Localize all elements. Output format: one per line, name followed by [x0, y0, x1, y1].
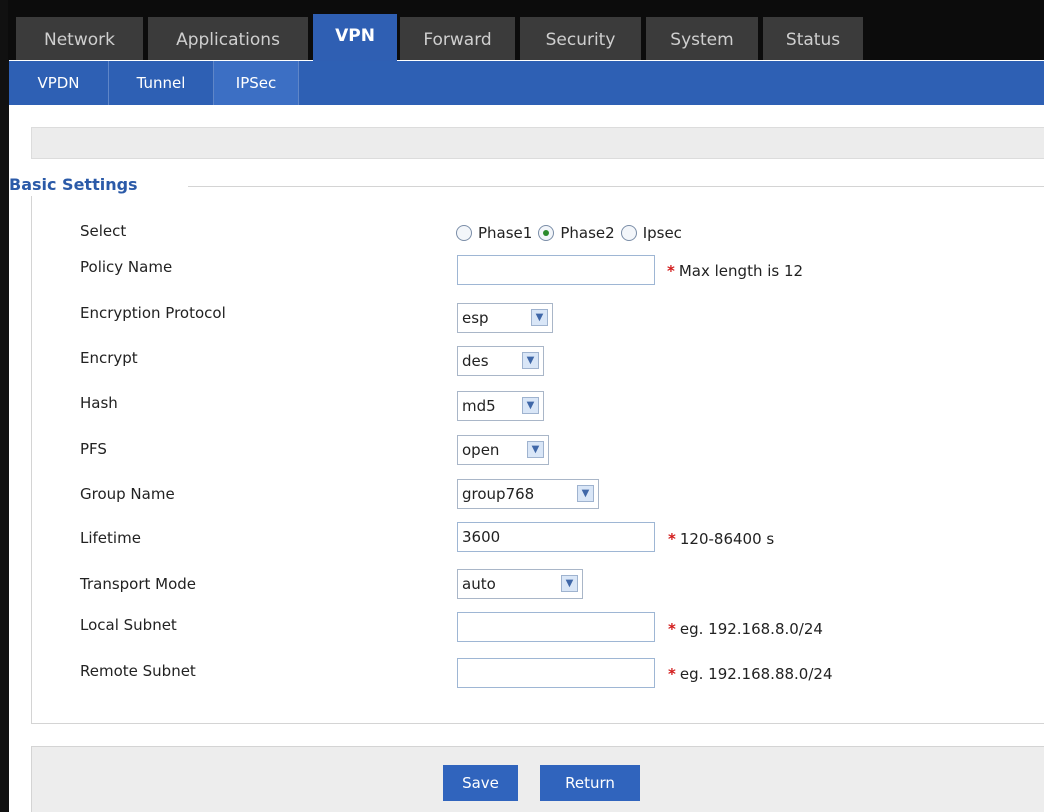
encryption-protocol-value: esp [462, 309, 489, 327]
local-subnet-hint-text: eg. 192.168.8.0/24 [679, 620, 823, 638]
lifetime-label: Lifetime [80, 529, 141, 547]
tab-forward[interactable]: Forward [400, 17, 515, 60]
tab-security[interactable]: Security [520, 17, 641, 60]
remote-subnet-label: Remote Subnet [80, 662, 196, 680]
radio-phase1[interactable] [456, 225, 472, 241]
remote-subnet-input[interactable] [457, 658, 655, 688]
subtab-tunnel[interactable]: Tunnel [109, 61, 214, 105]
transport-mode-select[interactable]: auto ▼ [457, 569, 583, 599]
button-bar [31, 746, 1044, 812]
pfs-select[interactable]: open ▼ [457, 435, 549, 465]
encrypt-select[interactable]: des ▼ [457, 346, 544, 376]
required-marker: * [668, 530, 676, 548]
tab-network[interactable]: Network [16, 17, 143, 60]
lifetime-hint: * 120-86400 s [668, 530, 774, 548]
chevron-down-icon: ▼ [577, 485, 594, 502]
info-strip [31, 127, 1044, 159]
policy-name-input[interactable] [457, 255, 655, 285]
radio-ipsec[interactable] [620, 225, 637, 241]
lifetime-hint-text: 120-86400 s [679, 530, 775, 548]
encryption-protocol-select[interactable]: esp ▼ [457, 303, 553, 333]
return-button[interactable]: Return [540, 765, 640, 801]
subtab-ipsec[interactable]: IPSec [214, 61, 299, 105]
tab-applications[interactable]: Applications [148, 17, 308, 60]
section-title: Basic Settings [9, 175, 138, 194]
transport-mode-label: Transport Mode [80, 575, 197, 593]
remote-subnet-hint: * eg. 192.168.88.0/24 [668, 665, 832, 683]
policy-name-hint: * Max length is 12 [667, 262, 803, 280]
left-border [0, 60, 9, 812]
chevron-down-icon: ▼ [522, 352, 539, 369]
required-marker: * [667, 262, 675, 280]
chevron-down-icon: ▼ [531, 309, 548, 326]
remote-subnet-hint-text: eg. 192.168.88.0/24 [679, 665, 833, 683]
local-subnet-input[interactable] [457, 612, 655, 642]
hash-label: Hash [80, 394, 118, 412]
group-name-label: Group Name [80, 485, 175, 503]
tab-vpn[interactable]: VPN [313, 14, 397, 61]
pfs-value: open [462, 441, 500, 459]
chevron-down-icon: ▼ [527, 441, 544, 458]
encrypt-label: Encrypt [80, 349, 138, 367]
sub-nav: VPDN Tunnel IPSec [9, 61, 1044, 105]
required-marker: * [668, 665, 676, 683]
policy-name-label: Policy Name [80, 258, 173, 276]
radio-phase2-label: Phase2 [560, 224, 615, 242]
lifetime-input[interactable]: 3600 [457, 522, 655, 552]
policy-name-hint-text: Max length is 12 [678, 262, 804, 280]
group-name-select[interactable]: group768 ▼ [457, 479, 599, 509]
save-button[interactable]: Save [443, 765, 518, 801]
encrypt-value: des [462, 352, 489, 370]
local-subnet-label: Local Subnet [80, 616, 177, 634]
top-nav: Network Applications VPN Forward Securit… [0, 0, 1044, 61]
tab-system[interactable]: System [646, 17, 758, 60]
tab-status[interactable]: Status [763, 17, 863, 60]
pfs-label: PFS [80, 440, 107, 458]
local-subnet-hint: * eg. 192.168.8.0/24 [668, 620, 823, 638]
phase-radio-group: Phase1 Phase2 Ipsec [456, 222, 688, 244]
chevron-down-icon: ▼ [522, 397, 539, 414]
subtab-vpdn[interactable]: VPDN [9, 61, 109, 105]
hash-select[interactable]: md5 ▼ [457, 391, 544, 421]
encryption-protocol-label: Encryption Protocol [80, 304, 226, 322]
radio-phase1-label: Phase1 [478, 224, 533, 242]
group-name-value: group768 [462, 485, 535, 503]
required-marker: * [668, 620, 676, 638]
hash-value: md5 [462, 397, 496, 415]
radio-phase2[interactable] [538, 225, 555, 241]
radio-ipsec-label: Ipsec [642, 224, 682, 242]
chevron-down-icon: ▼ [561, 575, 578, 592]
select-label: Select [80, 222, 127, 240]
transport-mode-value: auto [462, 575, 496, 593]
section-divider [188, 186, 1044, 187]
